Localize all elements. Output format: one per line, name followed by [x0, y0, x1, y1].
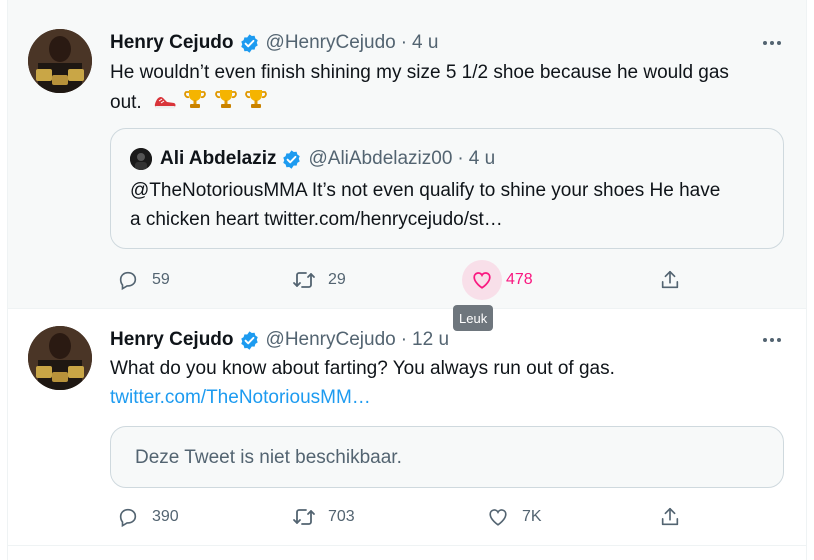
- verified-badge-icon: [239, 330, 260, 351]
- separator-dot: ·: [457, 148, 464, 169]
- separator-dot: ·: [400, 32, 408, 53]
- like-count: 478: [506, 271, 533, 288]
- tweet[interactable]: Henry Cejudo @HenryCejudo · 4 u He would…: [8, 0, 806, 309]
- quoted-text-line: @TheNotoriousMMA It’s not even qualify t…: [130, 180, 721, 201]
- reply-count: 59: [152, 271, 170, 288]
- tweet-text-line: What do you know about farting? You alwa…: [110, 358, 615, 379]
- verified-badge-icon: [239, 33, 260, 54]
- retweet-count: 703: [328, 508, 355, 525]
- share-icon: [650, 260, 690, 300]
- retweet-count: 29: [328, 271, 346, 288]
- tweet-header: Henry Cejudo @HenryCejudo · 4 u: [110, 30, 438, 56]
- avatar[interactable]: [28, 29, 92, 93]
- quoted-text-line: a chicken heart twitter.com/henrycejudo/…: [130, 209, 503, 230]
- share-button[interactable]: [650, 260, 690, 300]
- tweet[interactable]: Henry Cejudo @HenryCejudo · 12 u What do…: [8, 310, 806, 546]
- tweet-actions: 390 703 7K: [108, 497, 688, 537]
- tweet-link[interactable]: twitter.com/TheNotoriousMM…: [110, 383, 780, 412]
- avatar: [130, 148, 152, 170]
- tweet-text-line: He wouldn’t even finish shining my size …: [110, 62, 729, 83]
- tweet-text-line: out.: [110, 87, 780, 120]
- author-name[interactable]: Henry Cejudo: [110, 32, 234, 54]
- tweet-text: What do you know about farting? You alwa…: [110, 354, 780, 412]
- like-tooltip: Leuk: [453, 305, 494, 331]
- trophy-icon: [214, 87, 238, 120]
- heart-icon: [462, 260, 502, 300]
- quoted-tweet-timestamp: 4 u: [468, 148, 496, 169]
- author-handle[interactable]: @HenryCejudo: [266, 329, 396, 351]
- retweet-button[interactable]: 29: [284, 260, 346, 300]
- more-options-icon[interactable]: [760, 31, 784, 55]
- reply-button[interactable]: 390: [108, 497, 179, 537]
- like-button[interactable]: 7K: [478, 497, 542, 537]
- reply-button[interactable]: 59: [108, 260, 170, 300]
- retweet-icon: [284, 260, 324, 300]
- trophy-icon: [183, 87, 207, 120]
- unavailable-tweet-notice: Deze Tweet is niet beschikbaar.: [110, 426, 784, 488]
- quoted-author-handle: @AliAbdelaziz00: [308, 148, 453, 169]
- reply-count: 390: [152, 508, 179, 525]
- author-handle[interactable]: @HenryCejudo: [266, 32, 396, 54]
- author-name[interactable]: Henry Cejudo: [110, 329, 234, 351]
- like-count: 7K: [522, 508, 542, 525]
- heart-icon: [478, 497, 518, 537]
- tweet-timestamp[interactable]: 12 u: [412, 329, 449, 351]
- like-button[interactable]: 478: [462, 260, 533, 300]
- verified-badge-icon: [281, 149, 302, 170]
- quoted-author-name: Ali Abdelaziz: [160, 148, 277, 169]
- separator-dot: ·: [400, 329, 408, 350]
- tweet-header: Henry Cejudo @HenryCejudo · 12 u: [110, 327, 449, 353]
- tweet-timestamp[interactable]: 4 u: [412, 32, 438, 54]
- quoted-tweet-text: @TheNotoriousMMA It’s not even qualify t…: [130, 176, 770, 234]
- trophy-icon: [244, 87, 268, 120]
- reply-icon: [108, 260, 148, 300]
- share-icon: [650, 497, 690, 537]
- tweet-text: He wouldn’t even finish shining my size …: [110, 58, 780, 120]
- tweet-actions: 59 29 478: [108, 260, 688, 300]
- timeline-column: Henry Cejudo @HenryCejudo · 4 u He would…: [7, 0, 807, 560]
- reply-icon: [108, 497, 148, 537]
- avatar[interactable]: [28, 326, 92, 390]
- quoted-tweet-header: Ali Abdelaziz @AliAbdelaziz00 · 4 u: [130, 148, 495, 170]
- share-button[interactable]: [650, 497, 690, 537]
- quoted-tweet[interactable]: Ali Abdelaziz @AliAbdelaziz00 · 4 u @The…: [110, 128, 784, 249]
- tweet-text-end: out.: [110, 92, 142, 113]
- more-options-icon[interactable]: [760, 328, 784, 352]
- retweet-button[interactable]: 703: [284, 497, 355, 537]
- shoe-icon: [153, 91, 177, 120]
- retweet-icon: [284, 497, 324, 537]
